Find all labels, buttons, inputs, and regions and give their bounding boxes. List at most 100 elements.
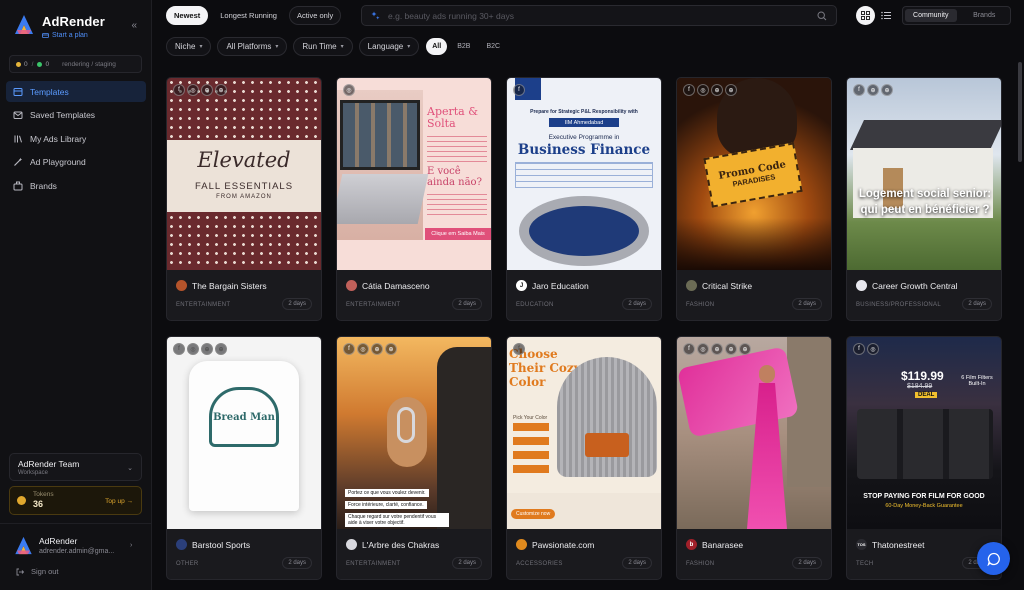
ad-thumbnail[interactable]: Logement social senior: qui peut en béné… [847,78,1001,270]
collapse-sidebar-icon[interactable]: « [131,20,137,31]
search-icon[interactable] [817,11,827,21]
ad-thumbnail[interactable]: Prepare for Strategic P&L Responsibility… [507,78,661,270]
pending-dot-icon [16,61,21,67]
template-card[interactable]: Portez ce que vous voulez devenir. Force… [336,336,492,580]
thumb-keyboard [337,174,429,224]
top-up-button[interactable]: Top up → [105,498,133,505]
run-time-dropdown[interactable]: Run Time ▾ [293,37,353,56]
search-input[interactable]: e.g. beauty ads running 30+ days [388,11,514,21]
start-plan-label: Start a plan [52,32,88,39]
chat-support-button[interactable] [977,542,1010,575]
card-brand: J Jaro Education [516,280,589,291]
ad-thumbnail[interactable]: Promo Code PARADISES f ◎ ⊕ ⊕ [677,78,831,270]
template-card[interactable]: Choose Their Cozy Color Pick Your Color … [506,336,662,580]
token-coin-icon [17,496,26,505]
workspace-switcher[interactable]: AdRender Team Workspace ⌄ [9,453,142,481]
audience-all[interactable]: All [426,38,448,55]
tab-active-only[interactable]: Active only [288,6,342,25]
template-card[interactable]: Logement social senior: qui peut en béné… [846,77,1002,321]
sidebar-item-brands[interactable]: Brands [6,175,146,196]
brand-name: Cátia Damasceno [362,280,430,291]
done-count: 0 [45,60,50,68]
brand-avatar [856,280,867,291]
globe-icon: ⊕ [385,343,397,355]
ad-thumbnail[interactable]: $119.99 $184.99 DEAL 6 Film Filters Buil… [847,337,1001,529]
template-card[interactable]: Elevated FALL ESSENTIALS FROM AMAZON f ◎ ⊕… [166,77,322,321]
chevron-down-icon: ▾ [275,44,279,50]
platforms-dropdown[interactable]: All Platforms ▾ [217,37,288,56]
chevron-right-icon[interactable]: › [130,542,132,549]
card-brand: b Banarasee [686,539,743,550]
thumb-cta: Clique em Saiba Mais [425,228,491,240]
ad-thumbnail[interactable]: Bread Man f ◎ ⊕ ⊕ [167,337,321,529]
instagram-icon: ◎ [187,84,199,96]
thumb-saree-drape [677,346,800,438]
toggle-brands[interactable]: Brands [959,7,1011,24]
brand-name: Jaro Education [532,280,589,291]
start-plan-link[interactable]: Start a plan [42,32,105,39]
ad-thumbnail[interactable]: Portez ce que vous voulez devenir. Force… [337,337,491,529]
filter-label: Niche [175,42,196,51]
thumb-body-text [427,194,487,218]
user-menu[interactable]: AdRender adrender.admin@gma... [14,536,114,556]
thumb-subtitle: FALL ESSENTIALS [194,181,294,192]
tab-longest-running[interactable]: Longest Running [213,6,284,25]
user-avatar-icon [15,536,32,555]
facebook-icon: f [513,343,525,355]
niche-dropdown[interactable]: Niche ▾ [166,37,212,56]
brand[interactable]: AdRender Start a plan [14,14,105,39]
ad-thumbnail[interactable]: Aperta & Solta E você ainda não? Clique … [337,78,491,270]
globe-icon: ⊕ [725,343,737,355]
audience-b2b[interactable]: B2B [451,38,476,55]
sidebar-item-saved-templates[interactable]: Saved Templates [6,105,146,126]
ad-thumbnail[interactable]: Elevated FALL ESSENTIALS FROM AMAZON f ◎ ⊕… [167,78,321,270]
template-card[interactable]: Promo Code PARADISES f ◎ ⊕ ⊕ Critical Strik… [676,77,832,321]
facebook-icon: f [173,343,185,355]
sign-out-icon [16,568,24,575]
ad-thumbnail[interactable]: Choose Their Cozy Color Pick Your Color … [507,337,661,529]
chevron-down-icon: ▾ [199,44,203,50]
grid-view-button[interactable] [856,6,875,25]
instagram-icon: ◎ [343,84,355,96]
templates-icon [13,87,23,96]
template-card[interactable]: $119.99 $184.99 DEAL 6 Film Filters Buil… [846,336,1002,580]
sidebar-item-my-ads-library[interactable]: My Ads Library [6,128,146,149]
user-email: adrender.admin@gma... [39,548,115,555]
sidebar-item-ad-playground[interactable]: Ad Playground [6,152,146,173]
sign-out-button[interactable]: Sign out [16,567,59,576]
toggle-community[interactable]: Community [905,9,957,22]
brand-name: L'Arbre des Chakras [362,539,440,550]
instagram-icon: ◎ [867,343,879,355]
sidebar-item-templates[interactable]: Templates [6,81,146,102]
template-card[interactable]: Bread Man f ◎ ⊕ ⊕ Barstool Sports OTHER 2 d… [166,336,322,580]
brand-avatar: J [516,280,527,291]
tokens-label: Tokens [33,491,54,498]
template-card[interactable]: Aperta & Solta E você ainda não? Clique … [336,77,492,321]
filter-bar: Niche ▾ All Platforms ▾ Run Time ▾ Language… [166,37,506,56]
thumb-title: Bread Man [213,411,275,423]
thumb-print: Bread Man [209,387,279,447]
thumb-caption: Portez ce que vous voulez devenir. [345,489,429,497]
thumb-old-price: $184.99 [907,383,933,390]
template-card[interactable]: Prepare for Strategic P&L Responsibility… [506,77,662,321]
card-brand: TOS Thatonestreet [856,539,924,550]
list-view-icon[interactable] [881,11,891,20]
tab-newest[interactable]: Newest [166,6,209,25]
search-bar[interactable]: e.g. beauty ads running 30+ days [361,5,837,26]
audience-b2c[interactable]: B2C [480,38,506,55]
thumb-patch [585,433,629,457]
workspace-label: Workspace [18,470,48,476]
card-category: ENTERTAINMENT [176,302,231,308]
language-dropdown[interactable]: Language ▾ [358,37,420,56]
thumb-cameras [857,409,993,479]
facebook-icon: f [513,84,525,96]
brand-name: Critical Strike [702,280,753,291]
thumb-badge: IIM Ahmedabad [549,118,619,127]
thumb-price: $119.99 [901,369,944,383]
user-name: AdRender [39,536,78,546]
template-card[interactable]: f ◎ ⊕ ⊕ ⊕ b Banarasee FASHION 2 days [676,336,832,580]
scrollbar-thumb[interactable] [1018,62,1022,162]
card-brand: L'Arbre des Chakras [346,539,439,550]
chevron-down-icon: ▾ [340,44,344,50]
ad-thumbnail[interactable]: f ◎ ⊕ ⊕ ⊕ [677,337,831,529]
